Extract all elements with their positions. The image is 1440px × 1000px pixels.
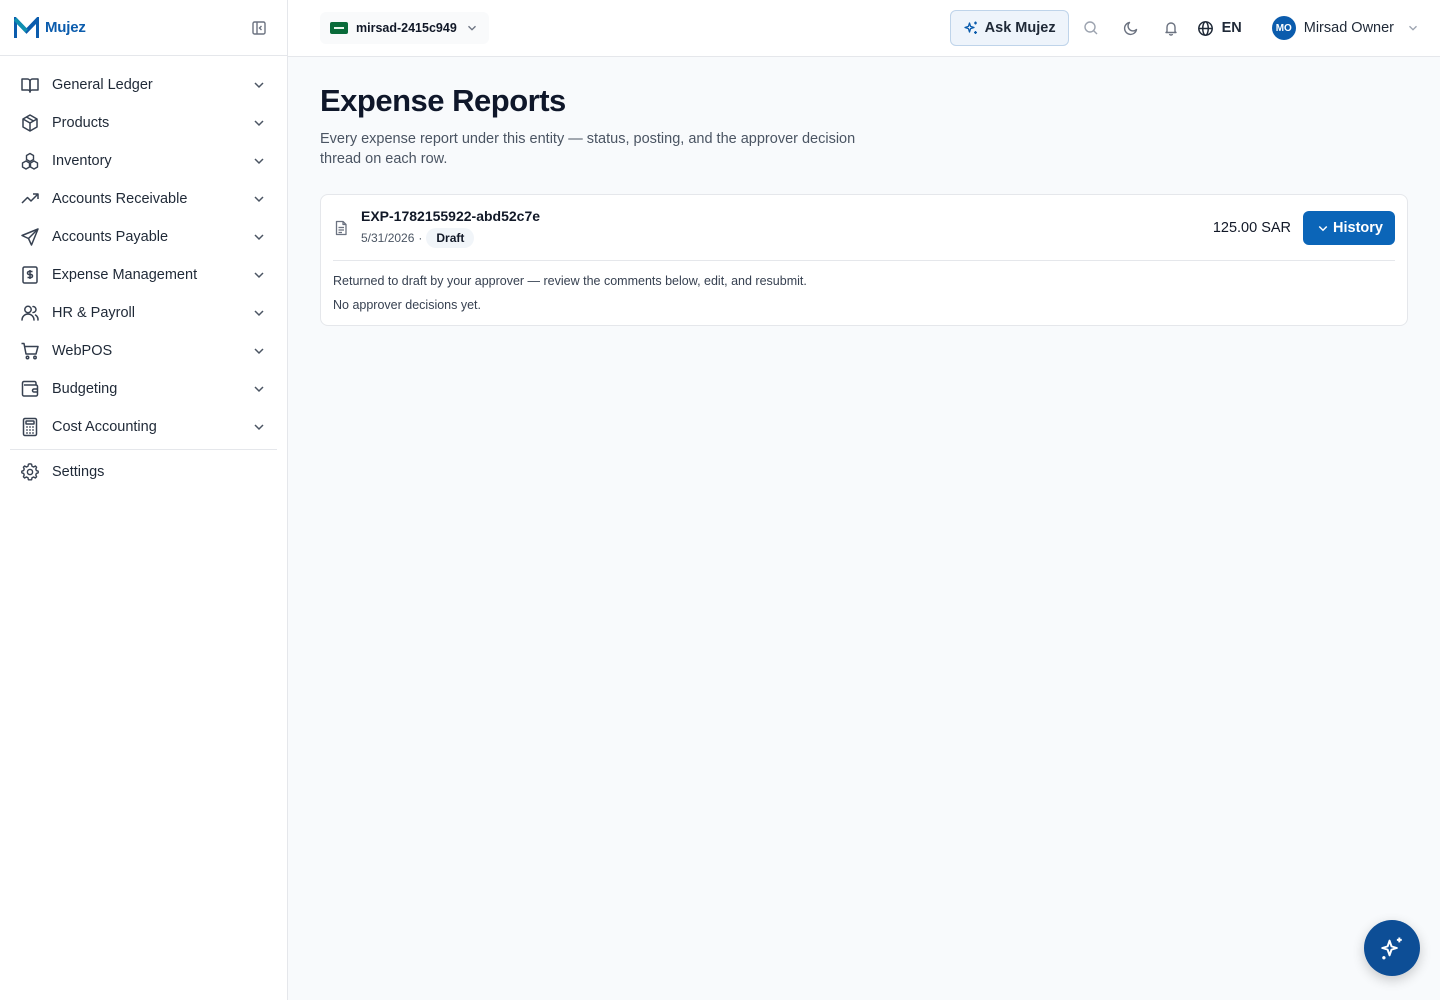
gear-icon [20, 462, 40, 482]
calculator-icon [20, 417, 40, 437]
chevron-down-icon [251, 419, 267, 435]
avatar: MO [1271, 16, 1296, 40]
sidebar-item-products[interactable]: Products [8, 104, 279, 142]
language-label: EN [1221, 20, 1242, 36]
theme-toggle-button[interactable] [1111, 8, 1151, 48]
sidebar-collapse-icon [252, 20, 266, 35]
users-icon [20, 303, 40, 323]
ask-mujez-button[interactable]: Ask Mujez [949, 10, 1069, 46]
trending-up-icon [20, 189, 40, 209]
sidebar-divider [10, 449, 277, 450]
chevron-down-icon [465, 21, 479, 35]
report-meta: 5/31/2026 · Draft [361, 227, 540, 248]
chevron-down-icon [251, 77, 267, 93]
sidebar-item-hr-payroll[interactable]: HR & Payroll [8, 294, 279, 332]
chevron-down-icon [251, 381, 267, 397]
globe-icon [1197, 20, 1213, 36]
chevron-down-icon [251, 191, 267, 207]
sidebar-item-accounts-receivable[interactable]: Accounts Receivable [8, 180, 279, 218]
chevron-down-icon [1318, 225, 1328, 231]
send-icon [20, 227, 40, 247]
sidebar-item-webpos[interactable]: WebPOS [8, 332, 279, 370]
sidebar-item-label: Accounts Receivable [52, 191, 188, 207]
search-icon [1083, 21, 1098, 35]
report-id: EXP-1782155922-abd52c7e [361, 207, 541, 224]
sidebar-item-label: HR & Payroll [52, 305, 135, 321]
mujez-logo-icon [14, 16, 39, 38]
user-menu[interactable]: MO Mirsad Owner [1271, 16, 1420, 40]
chevron-down-icon [251, 115, 267, 131]
approver-decisions: No approver decisions yet. [333, 298, 481, 312]
sidebar-item-label: WebPOS [52, 343, 113, 359]
history-button[interactable]: History [1303, 210, 1395, 245]
page-description: Every expense report under this entity —… [320, 131, 856, 167]
sidebar-header: Mujez [0, 0, 287, 56]
ask-mujez-fab[interactable] [1364, 920, 1420, 976]
expense-report-row: EXP-1782155922-abd52c7e 5/31/2026 · Draf… [333, 195, 1395, 261]
sidebar-item-label: Settings [52, 464, 105, 480]
sidebar: Mujez General Ledger Products Inventory … [0, 0, 288, 1000]
sparkles-icon [1381, 937, 1402, 960]
book-open-icon [20, 75, 40, 95]
search-button[interactable] [1071, 8, 1111, 48]
ask-mujez-label: Ask Mujez [984, 20, 1056, 36]
page-title: Expense Reports [320, 83, 566, 118]
sidebar-item-budgeting[interactable]: Budgeting [8, 370, 279, 408]
report-history: Returned to draft by your approver — rev… [333, 261, 1395, 325]
meta-separator: · [418, 230, 423, 245]
chevron-down-icon [251, 305, 267, 321]
sidebar-nav: General Ledger Products Inventory Accoun… [0, 56, 287, 491]
sidebar-item-expense-management[interactable]: Expense Management [8, 256, 279, 294]
report-date: 5/31/2026 [361, 230, 415, 245]
file-text-icon [333, 220, 349, 236]
expense-report-card: EXP-1782155922-abd52c7e 5/31/2026 · Draf… [320, 194, 1408, 326]
topbar-actions: Ask Mujez EN MO Mirsad Owner [949, 8, 1420, 48]
sidebar-item-label: General Ledger [52, 77, 153, 93]
logo[interactable]: Mujez [14, 16, 86, 39]
chevron-down-icon [251, 229, 267, 245]
sidebar-item-label: Products [52, 115, 110, 131]
receipt-dollar-icon [20, 265, 40, 285]
return-note: Returned to draft by your approver — rev… [333, 274, 807, 288]
sidebar-item-label: Inventory [52, 153, 112, 169]
sidebar-item-label: Expense Management [52, 267, 198, 283]
notifications-button[interactable] [1151, 8, 1191, 48]
package-icon [20, 113, 40, 133]
chevron-down-icon [251, 153, 267, 169]
user-name: Mirsad Owner [1303, 20, 1394, 36]
saudi-flag-icon [330, 22, 348, 34]
sidebar-item-general-ledger[interactable]: General Ledger [8, 66, 279, 104]
report-info: EXP-1782155922-abd52c7e 5/31/2026 · Draf… [361, 208, 540, 248]
chevron-down-icon [1406, 21, 1420, 35]
report-amount: 125.00 SAR [1212, 219, 1292, 236]
sidebar-item-cost-accounting[interactable]: Cost Accounting [8, 408, 279, 446]
entity-switcher[interactable]: mirsad-2415c949 [320, 12, 489, 44]
topbar: mirsad-2415c949 Ask Mujez EN MO Mirsad O… [288, 0, 1440, 57]
wallet-icon [20, 379, 40, 399]
sidebar-item-settings[interactable]: Settings [8, 453, 279, 491]
boxes-icon [20, 151, 40, 171]
chevron-down-icon [251, 343, 267, 359]
language-switcher[interactable]: EN [1197, 20, 1242, 37]
sparkles-icon [963, 20, 979, 36]
history-label: History [1333, 219, 1383, 236]
status-badge: Draft [426, 227, 475, 248]
moon-icon [1123, 21, 1137, 36]
chevron-down-icon [251, 267, 267, 283]
bell-icon [1164, 22, 1177, 36]
sidebar-item-accounts-payable[interactable]: Accounts Payable [8, 218, 279, 256]
sidebar-item-inventory[interactable]: Inventory [8, 142, 279, 180]
sidebar-item-label: Cost Accounting [52, 419, 157, 435]
main-content: Expense Reports Every expense report und… [288, 57, 1440, 1000]
sidebar-item-label: Budgeting [52, 381, 118, 397]
entity-name: mirsad-2415c949 [356, 21, 457, 35]
brand-name: Mujez [45, 19, 86, 36]
sidebar-item-label: Accounts Payable [52, 229, 169, 245]
shopping-cart-icon [20, 341, 40, 361]
collapse-sidebar-button[interactable] [245, 14, 273, 42]
